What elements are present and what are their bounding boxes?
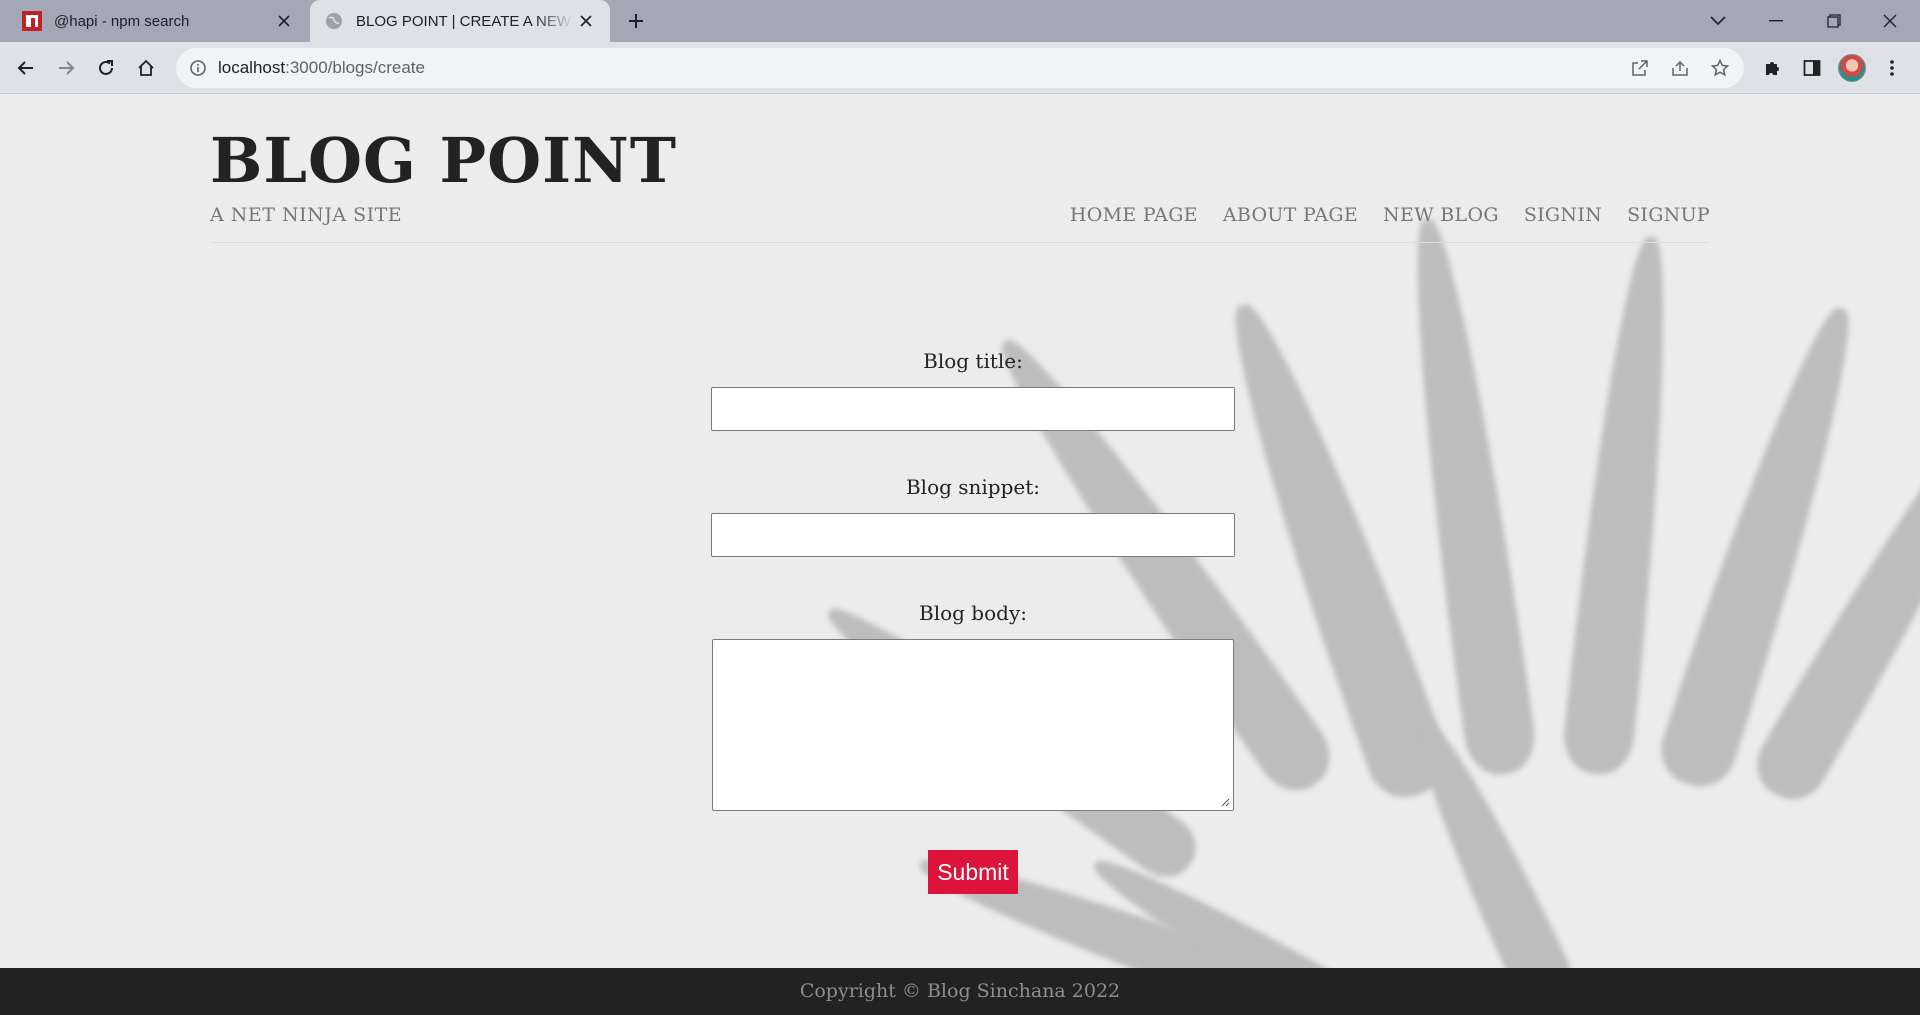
page-viewport: BLOG POINT A NET NINJA SITE HOME PAGE AB…: [0, 94, 1920, 968]
main-nav: HOME PAGE ABOUT PAGE NEW BLOG SIGNIN SIG…: [1070, 204, 1710, 226]
tab-search-icon[interactable]: [1690, 0, 1746, 42]
nav-about-page[interactable]: ABOUT PAGE: [1223, 204, 1358, 226]
extensions-puzzle-icon[interactable]: [1758, 54, 1786, 82]
close-tab-icon[interactable]: [574, 9, 598, 33]
address-bar[interactable]: localhost:3000/blogs/create: [176, 48, 1744, 88]
minimize-icon[interactable]: [1748, 0, 1804, 42]
browser-tab-title: @hapi - npm search: [54, 12, 190, 30]
restore-icon[interactable]: [1806, 0, 1862, 42]
globe-icon: [324, 11, 344, 31]
open-in-app-icon[interactable]: [1628, 56, 1652, 80]
bookmark-star-icon[interactable]: [1708, 56, 1732, 80]
copyright-text: Copyright © Blog Sinchana 2022: [799, 980, 1121, 1002]
blog-body-label: Blog body:: [919, 601, 1027, 625]
browser-tab-strip: @hapi - npm search BLOG POINT | CREATE A…: [0, 0, 1920, 42]
forward-icon[interactable]: [48, 50, 84, 86]
share-icon[interactable]: [1668, 56, 1692, 80]
side-panel-icon[interactable]: [1798, 54, 1826, 82]
nav-signin[interactable]: SIGNIN: [1524, 204, 1602, 226]
browser-tab-blog[interactable]: BLOG POINT | CREATE A NEW BLOG: [310, 0, 610, 42]
page-container: BLOG POINT A NET NINJA SITE HOME PAGE AB…: [210, 94, 1710, 968]
browser-tab-npm[interactable]: @hapi - npm search: [8, 0, 308, 42]
nav-new-blog[interactable]: NEW BLOG: [1383, 204, 1499, 226]
site-footer: Copyright © Blog Sinchana 2022: [0, 968, 1920, 1015]
new-tab-icon[interactable]: [622, 9, 650, 33]
close-window-icon[interactable]: [1862, 0, 1918, 42]
close-tab-icon[interactable]: [272, 9, 296, 33]
browser-menu-icon[interactable]: [1878, 54, 1906, 82]
site-tagline: A NET NINJA SITE: [210, 204, 403, 226]
back-icon[interactable]: [8, 50, 44, 86]
nav-signup[interactable]: SIGNUP: [1627, 204, 1710, 226]
blog-snippet-label: Blog snippet:: [905, 475, 1041, 499]
nav-home-page[interactable]: HOME PAGE: [1070, 204, 1198, 226]
reload-icon[interactable]: [88, 50, 124, 86]
blog-body-textarea[interactable]: [712, 639, 1234, 811]
address-bar-url[interactable]: localhost:3000/blogs/create: [218, 48, 425, 88]
profile-avatar[interactable]: [1838, 54, 1866, 82]
resize-handle-icon[interactable]: [1220, 797, 1230, 807]
site-info-icon[interactable]: [188, 58, 208, 78]
browser-toolbar: localhost:3000/blogs/create: [0, 42, 1920, 94]
header-divider: [210, 242, 1710, 243]
submit-button[interactable]: Submit: [928, 850, 1018, 894]
blog-title-input[interactable]: [711, 387, 1235, 431]
blog-title-label: Blog title:: [923, 349, 1023, 373]
blog-snippet-input[interactable]: [711, 513, 1235, 557]
npm-icon: [22, 11, 42, 31]
avatar: [1838, 54, 1866, 82]
browser-tab-title: BLOG POINT | CREATE A NEW BLOG: [356, 12, 574, 30]
home-icon[interactable]: [128, 50, 164, 86]
site-title: BLOG POINT: [210, 124, 677, 197]
